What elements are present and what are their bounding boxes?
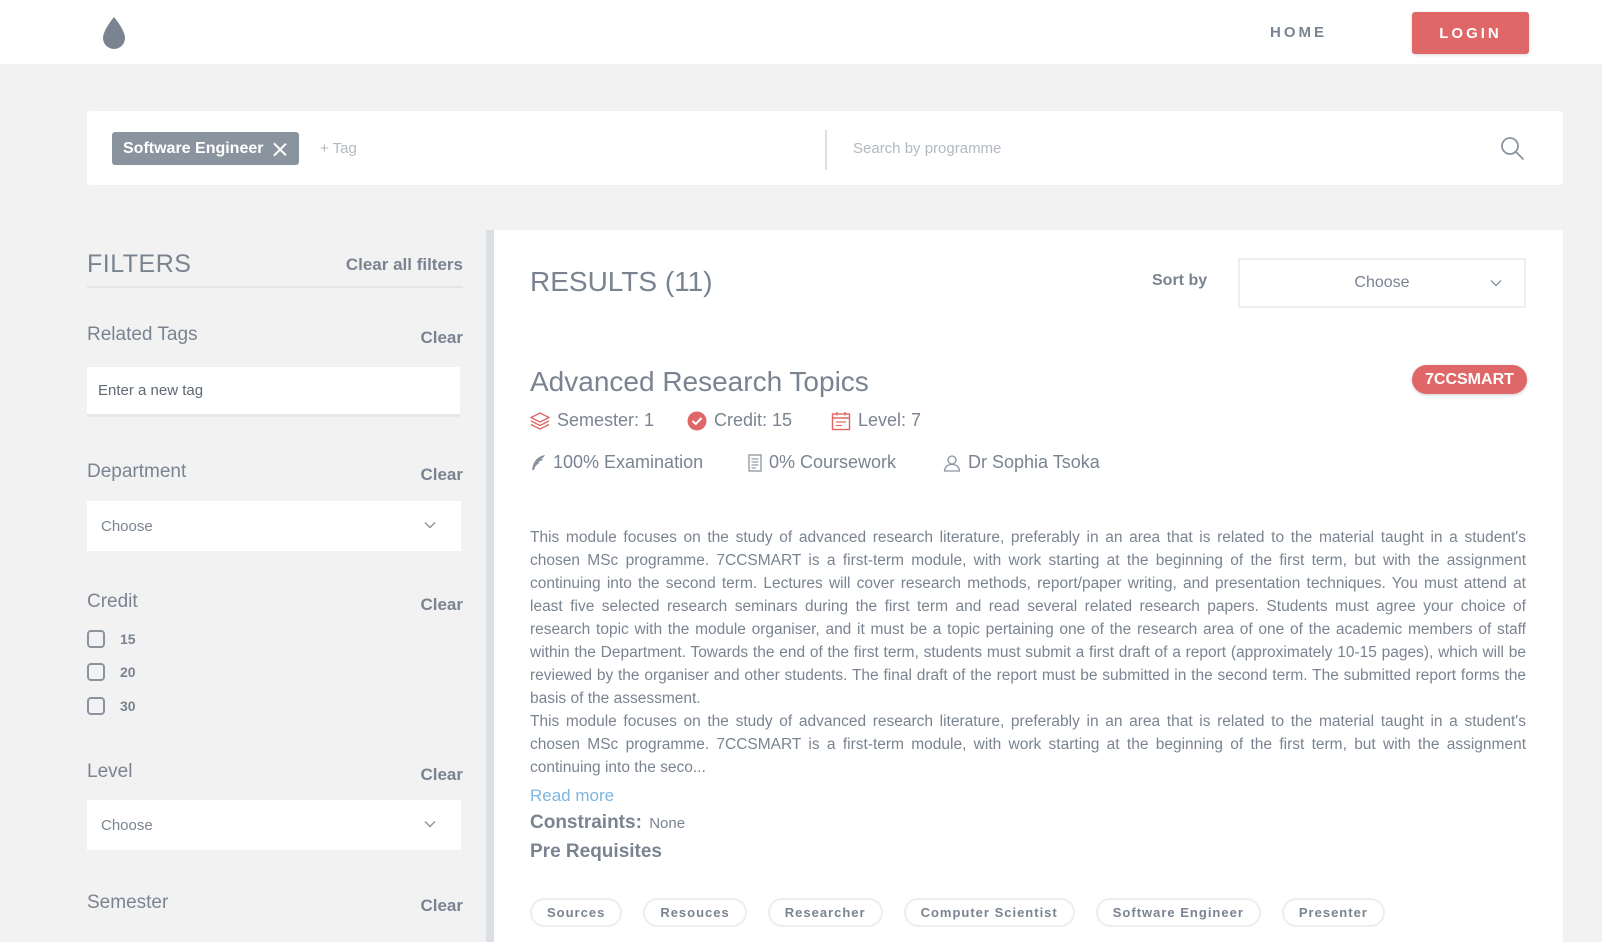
credit-meta: Credit: 15 <box>687 410 792 431</box>
description-paragraph: This module focuses on the study of adva… <box>530 529 1526 707</box>
constraints: Constraints: None <box>530 812 685 834</box>
login-button[interactable]: LOGIN <box>1412 12 1529 54</box>
examination-value: 100% Examination <box>553 452 704 472</box>
level-select[interactable]: Choose <box>87 800 461 850</box>
tag-input[interactable] <box>320 135 580 161</box>
course-description: This module focuses on the study of adva… <box>530 526 1526 779</box>
credit-option-20[interactable]: 20 <box>87 663 136 681</box>
department-selected-value: Choose <box>101 517 153 535</box>
course-title[interactable]: Advanced Research Topics <box>530 366 869 398</box>
tag-chip[interactable]: Software Engineer <box>1095 898 1261 927</box>
tag-chip[interactable]: Sources <box>530 898 623 927</box>
related-tags-clear-button[interactable]: Clear <box>420 328 463 348</box>
level-clear-button[interactable]: Clear <box>420 765 463 785</box>
level-meta: Level: 7 <box>831 410 921 431</box>
check-circle-icon <box>687 411 707 430</box>
top-navbar: HOME LOGIN <box>0 0 1602 64</box>
lecturer-value: Dr Sophia Tsoka <box>968 452 1100 472</box>
results-panel: RESULTS (11) Sort by Choose Advanced Res… <box>494 230 1563 942</box>
document-icon <box>748 453 762 472</box>
chevron-down-icon <box>424 522 436 529</box>
checkbox[interactable] <box>87 630 105 648</box>
search-bar: Software Engineer <box>87 111 1563 185</box>
tag-chip[interactable]: Computer Scientist <box>903 898 1075 927</box>
credit-heading: Credit <box>87 591 138 612</box>
user-icon <box>943 454 961 472</box>
prerequisites-heading: Pre Requisites <box>530 841 662 862</box>
constraints-value: None <box>649 815 686 832</box>
chevron-down-icon <box>1490 280 1502 287</box>
related-tags-heading: Related Tags <box>87 324 198 345</box>
remove-tag-icon[interactable] <box>273 142 287 156</box>
course-code-badge: 7CCSMART <box>1412 365 1527 394</box>
level-value: Level: 7 <box>858 410 922 430</box>
credit-clear-button[interactable]: Clear <box>420 595 463 615</box>
chevron-down-icon <box>424 821 436 828</box>
search-divider <box>825 130 827 170</box>
sort-label: Sort by <box>1152 272 1208 289</box>
semester-heading: Semester <box>87 892 169 913</box>
checkbox[interactable] <box>87 697 105 715</box>
semester-meta: Semester: 1 <box>530 410 654 431</box>
sort-selected-value: Choose <box>1354 274 1410 291</box>
department-select[interactable]: Choose <box>87 501 461 551</box>
feather-icon <box>532 454 545 470</box>
calendar-icon <box>831 411 851 430</box>
constraints-label: Constraints: <box>530 812 642 833</box>
active-tag-label: Software Engineer <box>123 139 264 157</box>
semester-clear-button[interactable]: Clear <box>420 896 463 916</box>
related-tags-input[interactable] <box>87 367 460 417</box>
department-clear-button[interactable]: Clear <box>420 465 463 485</box>
filters-divider <box>87 286 463 288</box>
results-accent-bar <box>486 230 494 942</box>
examination-meta: 100% Examination <box>530 452 703 473</box>
tag-chip[interactable]: Researcher <box>767 898 883 927</box>
programme-search-input[interactable] <box>853 133 1473 163</box>
coursework-meta: 0% Coursework <box>748 452 896 473</box>
results-title: RESULTS (11) <box>530 266 713 297</box>
course-tags: Sources Resouces Researcher Computer Sci… <box>530 898 1385 927</box>
level-selected-value: Choose <box>101 816 153 834</box>
read-more-link[interactable]: Read more <box>530 786 614 806</box>
credit-option-30[interactable]: 30 <box>87 697 136 715</box>
semester-value: Semester: 1 <box>557 410 655 430</box>
credit-option-15[interactable]: 15 <box>87 630 136 648</box>
sort-select[interactable]: Choose <box>1238 258 1526 308</box>
clear-all-filters-button[interactable]: Clear all filters <box>346 255 463 275</box>
filters-title: FILTERS <box>87 250 192 278</box>
search-icon[interactable] <box>1499 135 1525 161</box>
layers-icon <box>530 411 550 430</box>
tag-chip[interactable]: Resouces <box>643 898 747 927</box>
coursework-value: 0% Coursework <box>769 452 897 472</box>
lecturer-meta: Dr Sophia Tsoka <box>943 452 1100 473</box>
department-heading: Department <box>87 461 187 482</box>
nav-home-link[interactable]: HOME <box>1270 24 1327 41</box>
active-tag-chip: Software Engineer <box>112 132 300 165</box>
drop-icon[interactable] <box>100 16 128 50</box>
description-paragraph: This module focuses on the study of adva… <box>530 713 1526 776</box>
checkbox[interactable] <box>87 663 105 681</box>
tag-chip[interactable]: Presenter <box>1281 898 1385 927</box>
level-heading: Level <box>87 761 133 782</box>
credit-value: Credit: 15 <box>714 410 793 430</box>
